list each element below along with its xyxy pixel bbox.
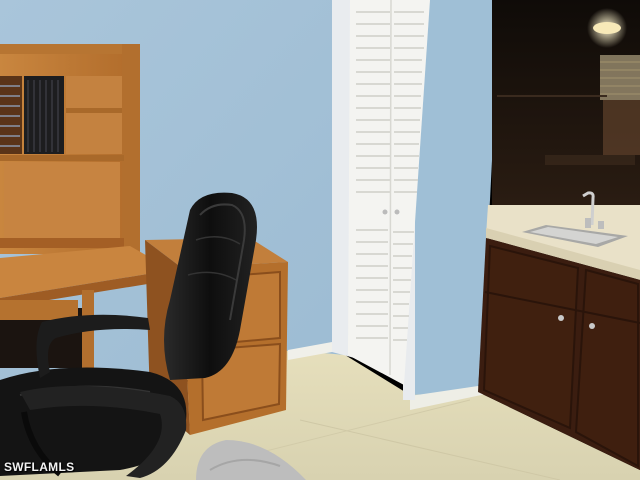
closet-knob[interactable]	[394, 209, 400, 215]
keyboard-tray	[0, 300, 78, 320]
cabinet-knob-left[interactable]	[558, 315, 564, 321]
desk-hutch	[0, 44, 140, 254]
cabinet-knob-right[interactable]	[589, 323, 595, 329]
room-photo	[0, 0, 640, 480]
ceiling-light-reflection	[593, 22, 621, 34]
photo-scene: SWFLAMLS	[0, 0, 640, 480]
mls-watermark: SWFLAMLS	[4, 460, 75, 474]
